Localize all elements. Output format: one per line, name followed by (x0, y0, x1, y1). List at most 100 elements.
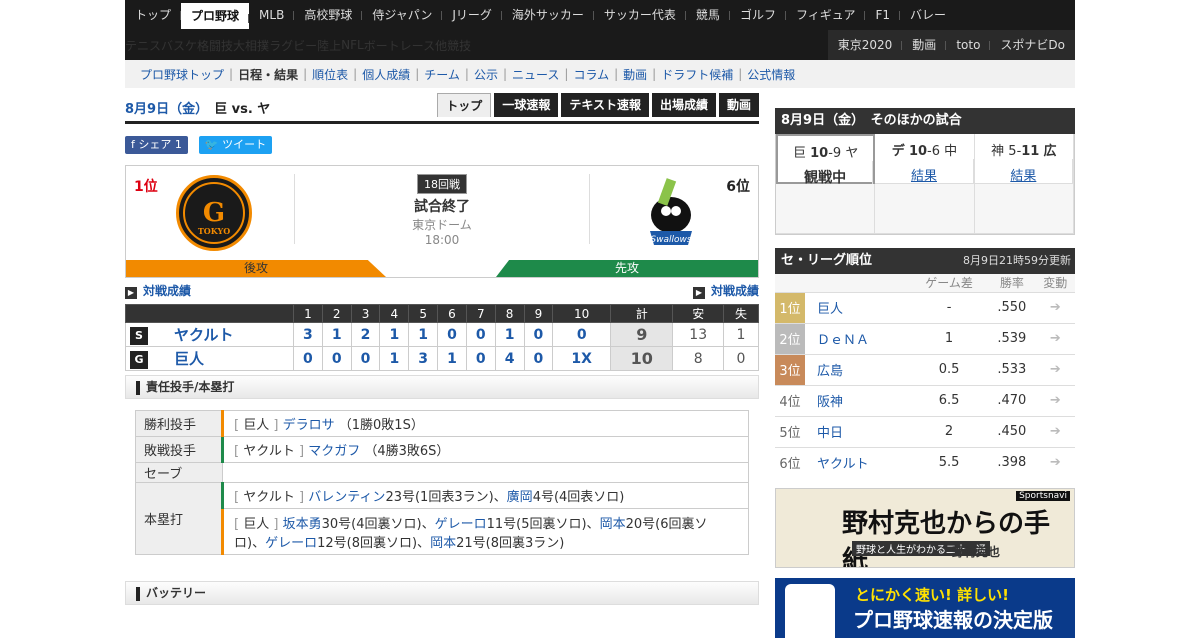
hr-player-link[interactable]: バレンティン (308, 490, 385, 505)
gnav-item[interactable]: 動画 (902, 30, 947, 60)
ad-banner-letter[interactable]: Sportsnavi 野村克也からの手紙 野球と人生がわかる二十一通 野村克也 (775, 488, 1075, 568)
gnav-item[interactable]: プロ野球 (181, 3, 250, 29)
gnav-item[interactable]: ゴルフ (730, 0, 786, 30)
gnav-item[interactable]: NFL (341, 38, 364, 52)
standings-team-link[interactable]: 中日 (805, 415, 910, 447)
subnav-item[interactable]: チーム (419, 66, 465, 83)
gnav-item[interactable]: 東京2020 (828, 30, 903, 60)
hr-player-link[interactable]: 岡本 (600, 517, 626, 532)
hr-player-link[interactable]: ゲレーロ (265, 536, 317, 551)
gnav-item[interactable]: バレー (900, 0, 956, 30)
inning-score[interactable]: 0 (293, 346, 323, 371)
gnav-item[interactable]: MLB (249, 0, 295, 30)
inning-score[interactable]: 1 (379, 346, 410, 371)
gnav-item[interactable]: 陸上 (317, 37, 341, 54)
global-nav: トップ プロ野球 MLB 高校野球 侍ジャパン Jリーグ 海外サッカー サッカー代表 競馬 ゴルフ… (125, 0, 1075, 60)
gnav-item[interactable]: 格闘技 (197, 37, 233, 54)
lose-pitcher-link[interactable]: マクガフ (308, 444, 360, 459)
game-tab[interactable]: テキスト速報 (561, 93, 649, 117)
hr-player-link[interactable]: 岡本 (430, 536, 456, 551)
gnav-item[interactable]: 侍ジャパン (362, 0, 443, 30)
gnav-item[interactable]: 他競技 (435, 37, 471, 54)
home-side-bar: 後攻 (126, 260, 386, 277)
hr-player-link[interactable]: 廣岡 (507, 490, 533, 505)
subnav-item[interactable]: 公式情報 (742, 66, 800, 83)
subnav-item[interactable]: 公示 (469, 66, 503, 83)
inning-score[interactable]: 0 (552, 322, 612, 347)
game-tab[interactable]: 動画 (718, 93, 759, 117)
game-tab[interactable]: 出場成績 (651, 93, 716, 117)
subnav-item[interactable]: 個人成績 (357, 66, 415, 83)
team-name[interactable]: S ヤクルト (125, 322, 294, 347)
standings-row: 6位 ヤクルト 5.5.398 ➔ (775, 446, 1075, 478)
inning-score[interactable]: 1 (437, 346, 467, 371)
gnav-item[interactable]: 海外サッカー (502, 0, 594, 30)
standings-team-link[interactable]: 阪神 (805, 384, 910, 416)
game-tab[interactable]: 一球速報 (494, 93, 559, 117)
ad-banner-app[interactable]: とにかく速い! 詳しい! プロ野球速報の決定版 (775, 578, 1075, 638)
giants-logo[interactable]: G TOKYO (176, 175, 252, 251)
inning-header: 1 (293, 304, 323, 323)
standings-row: 1位 巨人 - .550 ➔ (775, 291, 1075, 323)
facebook-share-button[interactable]: f シェア 1 (125, 136, 188, 154)
other-game-card[interactable]: デ 10-6 中結果 (875, 134, 975, 209)
gnav-item[interactable]: テニス (125, 37, 161, 54)
team-name[interactable]: G 巨人 (125, 346, 294, 371)
away-side-bar: 先攻 (496, 260, 758, 277)
inning-score[interactable]: 1 (494, 322, 525, 347)
inning-score[interactable]: 0 (321, 346, 352, 371)
inning-score[interactable]: 1 (408, 322, 439, 347)
hr-player-link[interactable]: 坂本勇 (283, 517, 322, 532)
home-h2h-link[interactable]: 対戦成績 (125, 282, 191, 300)
inning-score[interactable]: 1X (552, 346, 612, 371)
subnav-item[interactable]: ニュース (507, 66, 564, 83)
game-result-link[interactable]: 結果 (1010, 169, 1036, 184)
inning-score[interactable]: 4 (494, 346, 525, 371)
gnav-item[interactable]: バスケ (161, 37, 197, 54)
away-h2h-link[interactable]: 対戦成績 (693, 282, 759, 300)
gnav-item[interactable]: 競馬 (686, 0, 730, 30)
gnav-item[interactable]: フィギュア (786, 0, 866, 30)
tweet-button[interactable]: 🐦 ツイート (198, 136, 273, 154)
inning-score[interactable]: 0 (523, 346, 554, 371)
subnav-item[interactable]: コラム (568, 66, 614, 83)
gnav-item[interactable]: スポナビDo (990, 30, 1075, 60)
standings-team-link[interactable]: ヤクルト (805, 446, 910, 478)
standings-gb: 5.5 (909, 446, 989, 478)
subnav-item[interactable]: 順位表 (307, 66, 353, 83)
subnav-item[interactable]: プロ野球トップ (135, 66, 229, 83)
inning-score[interactable]: 0 (350, 346, 381, 371)
other-game-card[interactable]: 巨 10-9 ヤ観戦中 (776, 134, 876, 211)
gnav-item[interactable]: トップ (125, 0, 182, 30)
inning-score[interactable]: 3 (408, 346, 439, 371)
inning-score[interactable]: 0 (465, 346, 496, 371)
inning-score[interactable]: 3 (293, 322, 323, 347)
gnav-item[interactable]: ラグビー (269, 37, 317, 54)
win-pitcher-link[interactable]: デラロサ (283, 418, 335, 433)
gnav-item[interactable]: サッカー代表 (594, 0, 686, 30)
standings-gb: - (909, 291, 989, 323)
game-result-link[interactable]: 結果 (911, 169, 937, 184)
hr-player-link[interactable]: ゲレーロ (435, 517, 487, 532)
other-game-card[interactable]: 神 5-11 広結果 (974, 134, 1074, 209)
subnav-item[interactable]: ドラフト候補 (656, 66, 738, 83)
inning-score[interactable]: 0 (465, 322, 496, 347)
standings-team-link[interactable]: ＤｅＮＡ (805, 322, 910, 354)
gnav-item[interactable]: ボートレース (364, 37, 435, 54)
gnav-item[interactable]: toto (946, 30, 991, 60)
inning-score[interactable]: 1 (321, 322, 352, 347)
inning-score[interactable]: 2 (350, 322, 381, 347)
game-tab[interactable]: トップ (437, 93, 492, 117)
gnav-item[interactable]: F1 (865, 0, 900, 30)
standings-team-link[interactable]: 巨人 (805, 291, 910, 323)
subnav-item[interactable]: 動画 (618, 66, 652, 83)
gnav-item[interactable]: Jリーグ (442, 0, 502, 30)
gnav-item[interactable]: 高校野球 (294, 0, 363, 30)
gnav-item[interactable]: 大相撲 (233, 37, 269, 54)
inning-score[interactable]: 0 (437, 322, 467, 347)
standings-team-link[interactable]: 広島 (805, 353, 910, 385)
inning-score[interactable]: 0 (523, 322, 554, 347)
swallows-logo[interactable]: Swallows (640, 175, 702, 251)
inning-score[interactable]: 1 (379, 322, 410, 347)
subnav-item[interactable]: 日程・結果 (233, 66, 303, 83)
